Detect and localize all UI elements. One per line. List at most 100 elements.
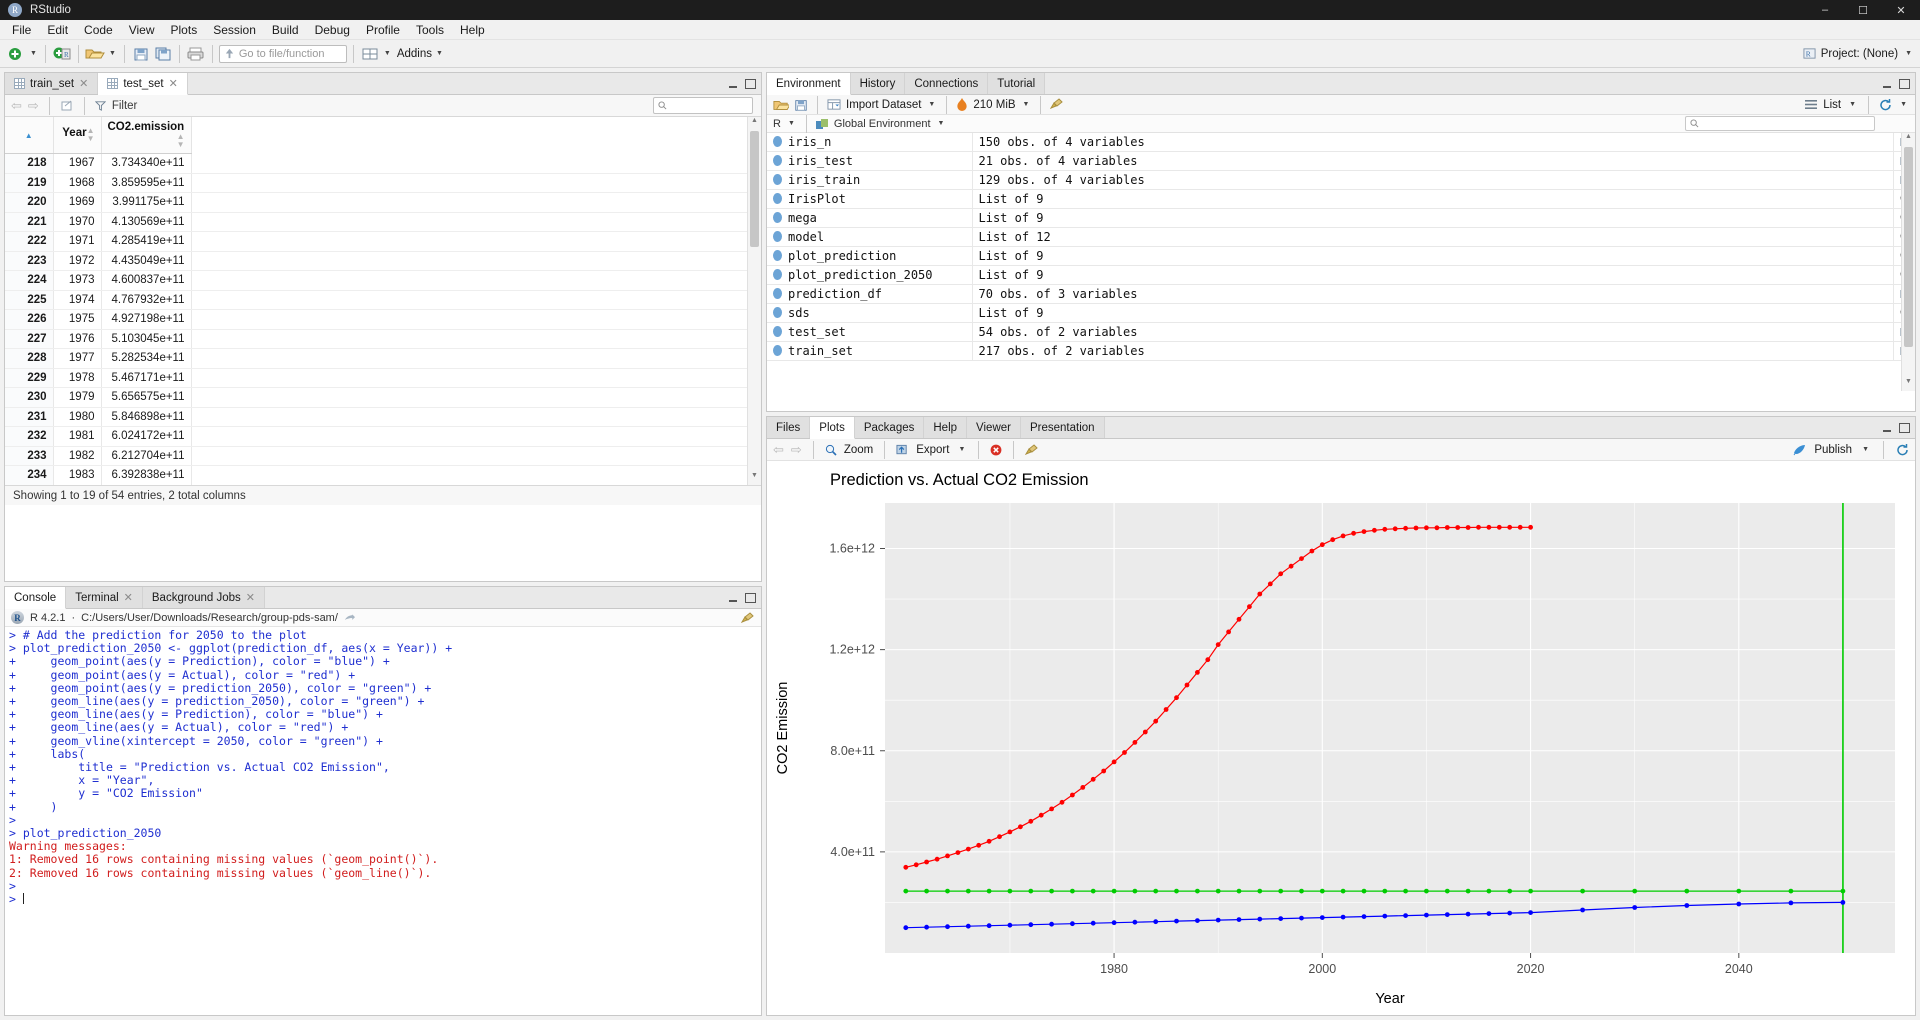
environment-row[interactable]: sdsList of 9🔍 [767, 304, 1915, 323]
source-maximize-icon[interactable] [745, 79, 756, 89]
tab-presentation[interactable]: Presentation [1021, 417, 1105, 438]
pane-layout-icon[interactable] [360, 44, 380, 64]
table-row[interactable]: 22719765.103045e+11 [5, 329, 761, 349]
scroll-down-icon[interactable]: ▼ [748, 472, 761, 485]
tab-console[interactable]: Console [5, 587, 66, 609]
tab-tutorial[interactable]: Tutorial [988, 73, 1045, 94]
load-workspace-icon[interactable] [773, 98, 789, 112]
column-header-year[interactable]: Year ▲▼ [53, 117, 101, 154]
language-scope-dropdown-icon[interactable]: ▼ [786, 120, 797, 127]
popout-icon[interactable] [60, 99, 74, 112]
plot-refresh-icon[interactable] [1896, 444, 1909, 456]
sort-toggle-icon[interactable]: ▲▼ [177, 133, 185, 149]
console-maximize-icon[interactable] [745, 593, 756, 603]
new-file-dropdown-icon[interactable]: ▼ [28, 50, 39, 57]
tab-background-jobs-close-icon[interactable]: ✕ [246, 591, 255, 604]
tab-train-set-close-icon[interactable]: ✕ [79, 77, 88, 90]
remove-plot-icon[interactable] [990, 444, 1002, 456]
environment-row[interactable]: iris_n150 obs. of 4 variables [767, 133, 1915, 152]
tab-test-set-close-icon[interactable]: ✕ [169, 77, 178, 90]
environment-row[interactable]: IrisPlotList of 9🔍 [767, 190, 1915, 209]
import-dataset-icon[interactable] [827, 98, 841, 111]
menu-build[interactable]: Build [264, 21, 307, 39]
global-environment-dropdown-icon[interactable]: ▼ [936, 120, 947, 127]
menu-profile[interactable]: Profile [358, 21, 408, 39]
scroll-up-icon[interactable]: ▲ [1902, 133, 1915, 146]
table-row[interactable]: 21819673.734340e+11 [5, 154, 761, 174]
table-row[interactable]: 22619754.927198e+11 [5, 310, 761, 330]
maximize-button[interactable]: ☐ [1844, 0, 1882, 20]
column-header-index[interactable]: ▲ [5, 117, 53, 154]
environment-maximize-icon[interactable] [1899, 79, 1910, 89]
menu-debug[interactable]: Debug [307, 21, 358, 39]
table-row[interactable]: 23119805.846898e+11 [5, 407, 761, 427]
environment-row[interactable]: iris_test21 obs. of 4 variables [767, 152, 1915, 171]
tab-terminal-close-icon[interactable]: ✕ [124, 591, 133, 604]
tab-terminal[interactable]: Terminal ✕ [66, 587, 143, 608]
export-dropdown-icon[interactable]: ▼ [956, 446, 967, 453]
tab-test-set[interactable]: test_set ✕ [98, 73, 188, 95]
previous-plot-icon[interactable]: ⇦ [773, 442, 784, 458]
table-row[interactable]: 23019795.656575e+11 [5, 388, 761, 408]
refresh-icon[interactable] [1879, 99, 1892, 111]
menu-file[interactable]: File [4, 21, 39, 39]
list-view-dropdown-icon[interactable]: ▼ [1847, 101, 1858, 108]
source-minimize-icon[interactable] [728, 79, 739, 89]
back-arrow-icon[interactable]: ⇦ [11, 98, 22, 114]
import-dataset-label[interactable]: Import Dataset [846, 99, 921, 111]
zoom-icon[interactable] [825, 444, 837, 456]
tab-viewer[interactable]: Viewer [967, 417, 1021, 438]
publish-icon[interactable] [1793, 444, 1806, 456]
memory-usage-label[interactable]: 210 MiB [973, 99, 1015, 111]
minimize-button[interactable]: – [1806, 0, 1844, 20]
menu-tools[interactable]: Tools [408, 21, 452, 39]
menu-edit[interactable]: Edit [39, 21, 76, 39]
data-table-scrollbar[interactable]: ▲ ▼ [747, 117, 761, 485]
addins-button[interactable]: Addins [395, 48, 432, 60]
export-icon[interactable] [896, 444, 909, 456]
scroll-up-icon[interactable]: ▲ [748, 117, 761, 130]
sort-toggle-icon[interactable]: ▲▼ [87, 127, 95, 143]
open-directory-icon[interactable] [344, 613, 355, 623]
table-row[interactable]: 22219714.285419e+11 [5, 232, 761, 252]
tab-packages[interactable]: Packages [855, 417, 925, 438]
tab-train-set[interactable]: train_set ✕ [5, 73, 98, 94]
environment-search-input[interactable] [1685, 116, 1875, 131]
table-row[interactable]: 22419734.600837e+11 [5, 271, 761, 291]
environment-scrollbar[interactable]: ▲ ▼ [1901, 133, 1915, 391]
close-button[interactable]: ✕ [1882, 0, 1920, 20]
environment-row[interactable]: test_set54 obs. of 2 variables [767, 323, 1915, 342]
list-view-label[interactable]: List [1823, 99, 1841, 111]
environment-row[interactable]: iris_train129 obs. of 4 variables [767, 171, 1915, 190]
menu-session[interactable]: Session [205, 21, 264, 39]
table-row[interactable]: 21919683.859595e+11 [5, 173, 761, 193]
environment-minimize-icon[interactable] [1882, 79, 1893, 89]
print-icon[interactable] [186, 44, 206, 64]
table-row[interactable]: 23219816.024172e+11 [5, 427, 761, 447]
menu-plots[interactable]: Plots [163, 21, 206, 39]
table-row[interactable]: 22819775.282534e+11 [5, 349, 761, 369]
environment-row[interactable]: modelList of 12🔍 [767, 228, 1915, 247]
tab-history[interactable]: History [851, 73, 906, 94]
environment-row[interactable]: prediction_df70 obs. of 3 variables [767, 285, 1915, 304]
environment-row[interactable]: plot_prediction_2050List of 9🔍 [767, 266, 1915, 285]
project-indicator[interactable]: R Project: (None) ▼ [1803, 47, 1914, 60]
table-row[interactable]: 22919785.467171e+11 [5, 368, 761, 388]
export-label[interactable]: Export [916, 444, 949, 456]
environment-row[interactable]: train_set217 obs. of 2 variables [767, 342, 1915, 361]
table-row[interactable]: 22319724.435049e+11 [5, 251, 761, 271]
environment-row[interactable]: plot_predictionList of 9🔍 [767, 247, 1915, 266]
pane-layout-dropdown-icon[interactable]: ▼ [382, 50, 393, 57]
zoom-label[interactable]: Zoom [844, 444, 873, 456]
menu-help[interactable]: Help [452, 21, 493, 39]
new-file-icon[interactable] [6, 44, 26, 64]
table-row[interactable]: 22019693.991175e+11 [5, 193, 761, 213]
table-row[interactable]: 23419836.392838e+11 [5, 466, 761, 486]
console-output[interactable]: > # Add the prediction for 2050 to the p… [5, 627, 761, 1015]
plot-canvas[interactable]: 4.0e+118.0e+111.2e+121.6e+12198020002020… [767, 461, 1915, 1015]
publish-label[interactable]: Publish [1814, 444, 1852, 456]
table-row[interactable]: 22519744.767932e+11 [5, 290, 761, 310]
list-view-icon[interactable] [1805, 99, 1817, 110]
memory-dropdown-icon[interactable]: ▼ [1021, 101, 1032, 108]
tab-environment[interactable]: Environment [767, 73, 851, 95]
